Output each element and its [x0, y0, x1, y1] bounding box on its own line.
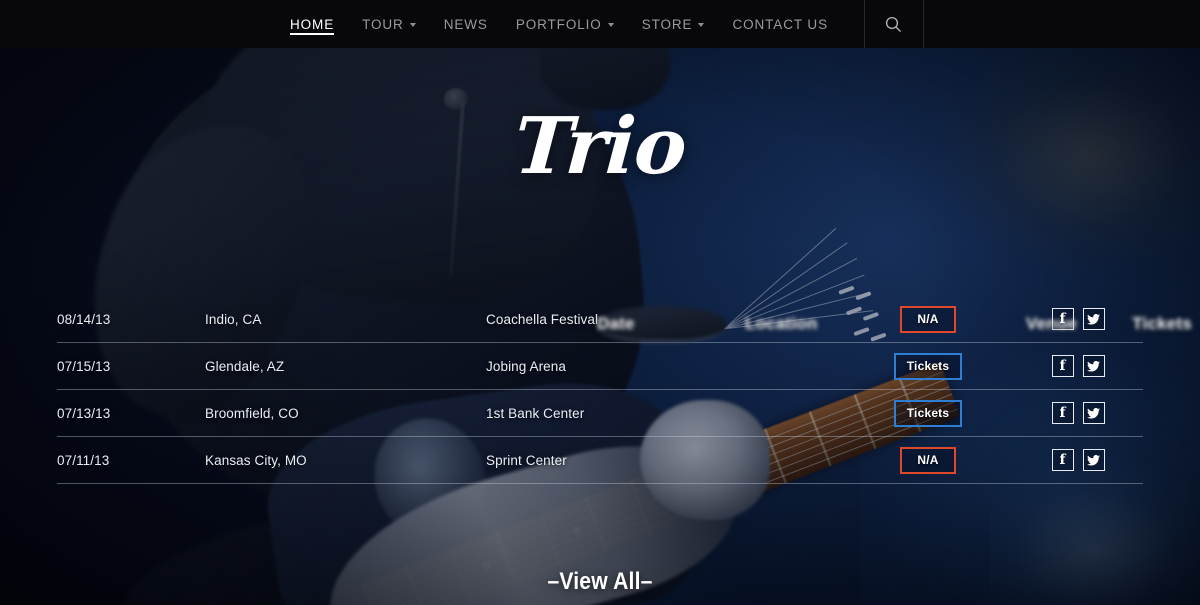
cell-date: 07/15/13: [57, 358, 111, 374]
ticket-buy-button[interactable]: Tickets: [893, 399, 963, 427]
search-button[interactable]: [863, 0, 924, 48]
facebook-icon: f: [1059, 357, 1066, 374]
nav-items-container: HOME TOUR NEWS PORTFOLIO STORE CONTACT US: [276, 0, 924, 48]
cell-location: Kansas City, MO: [205, 452, 307, 468]
nav-item-news[interactable]: NEWS: [430, 0, 502, 48]
cell-venue: Sprint Center: [486, 452, 567, 468]
share-twitter-button[interactable]: [1082, 402, 1105, 424]
active-nav-underline: [290, 33, 335, 35]
cell-share: f: [1013, 402, 1143, 424]
cell-date: 07/13/13: [57, 405, 111, 421]
ticket-unavailable-button[interactable]: N/A: [900, 446, 956, 474]
cell-share: f: [1013, 449, 1143, 471]
cell-location: Broomfield, CO: [205, 405, 299, 421]
chevron-down-icon: [698, 23, 705, 27]
table-row: 07/15/13 Glendale, AZ Jobing Arena Tickets f: [57, 343, 1143, 390]
share-facebook-button[interactable]: f: [1051, 449, 1074, 471]
facebook-icon: f: [1059, 310, 1066, 327]
table-row: 07/13/13 Broomfield, CO 1st Bank Center Tic…: [57, 390, 1143, 437]
cell-venue: Jobing Arena: [486, 358, 567, 374]
nav-item-label: TOUR: [362, 16, 404, 32]
view-all-link[interactable]: –View All–: [72, 568, 1128, 596]
share-twitter-button[interactable]: [1082, 355, 1105, 377]
cell-tickets: N/A: [843, 446, 1013, 474]
cell-location: Glendale, AZ: [205, 358, 285, 374]
facebook-icon: f: [1059, 404, 1066, 421]
nav-item-portfolio[interactable]: PORTFOLIO: [502, 0, 628, 48]
twitter-icon: [1087, 454, 1100, 466]
column-header-tickets: Tickets: [1132, 313, 1192, 333]
cell-date: 07/11/13: [57, 452, 110, 468]
cell-tickets: Tickets: [843, 352, 1013, 380]
share-facebook-button[interactable]: f: [1051, 355, 1074, 377]
nav-item-tour[interactable]: TOUR: [348, 0, 430, 48]
share-twitter-button[interactable]: [1082, 449, 1105, 471]
cell-venue: 1st Bank Center: [486, 405, 585, 421]
share-facebook-button[interactable]: f: [1051, 402, 1074, 424]
table-row: 07/11/13 Kansas City, MO Sprint Center N/A f: [57, 437, 1143, 484]
nav-item-label: PORTFOLIO: [515, 16, 602, 32]
chevron-down-icon: [607, 23, 614, 27]
cell-tickets: Tickets: [843, 399, 1013, 427]
cell-location: Indio, CA: [205, 311, 262, 327]
twitter-icon: [1087, 360, 1100, 372]
facebook-icon: f: [1059, 451, 1066, 468]
column-header-date: Date: [597, 313, 635, 333]
cell-share: f: [1013, 355, 1143, 377]
search-icon: [886, 16, 902, 32]
table-header-row: Date Location Venue Tickets Share: [597, 306, 1192, 342]
nav-item-contact-us[interactable]: CONTACT US: [718, 0, 842, 48]
nav-item-label: HOME: [290, 16, 335, 32]
chevron-down-icon: [409, 23, 416, 27]
nav-item-home[interactable]: HOME: [276, 0, 348, 48]
nav-item-store[interactable]: STORE: [628, 0, 719, 48]
tour-dates-table: Date Location Venue Tickets Share 08/14/…: [57, 296, 1192, 484]
nav-item-label: NEWS: [443, 16, 488, 32]
ticket-buy-button[interactable]: Tickets: [893, 352, 963, 380]
column-header-venue: Venue: [1026, 313, 1078, 333]
cell-date: 08/14/13: [57, 311, 111, 327]
nav-item-label: STORE: [641, 16, 693, 32]
main-navigation-bar: HOME TOUR NEWS PORTFOLIO STORE CONTACT US: [0, 0, 1200, 48]
site-logo: Trio: [511, 101, 689, 192]
column-header-location: Location: [745, 313, 818, 333]
twitter-icon: [1087, 407, 1100, 419]
nav-item-label: CONTACT US: [732, 16, 828, 32]
